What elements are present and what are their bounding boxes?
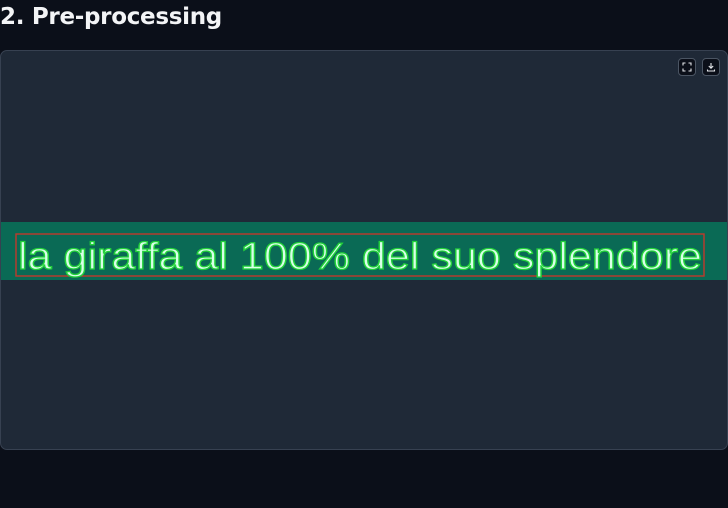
download-icon [706, 62, 716, 72]
fullscreen-button[interactable] [678, 58, 696, 76]
processed-text-strip: la giraffa al 100% del suo splendore [1, 222, 727, 280]
download-button[interactable] [702, 58, 720, 76]
preprocessed-image-panel: la giraffa al 100% del suo splendore [0, 50, 728, 450]
section-title: 2. Pre-processing [0, 4, 222, 30]
fullscreen-icon [682, 62, 692, 72]
ocr-text: la giraffa al 100% del suo splendore [18, 236, 702, 278]
